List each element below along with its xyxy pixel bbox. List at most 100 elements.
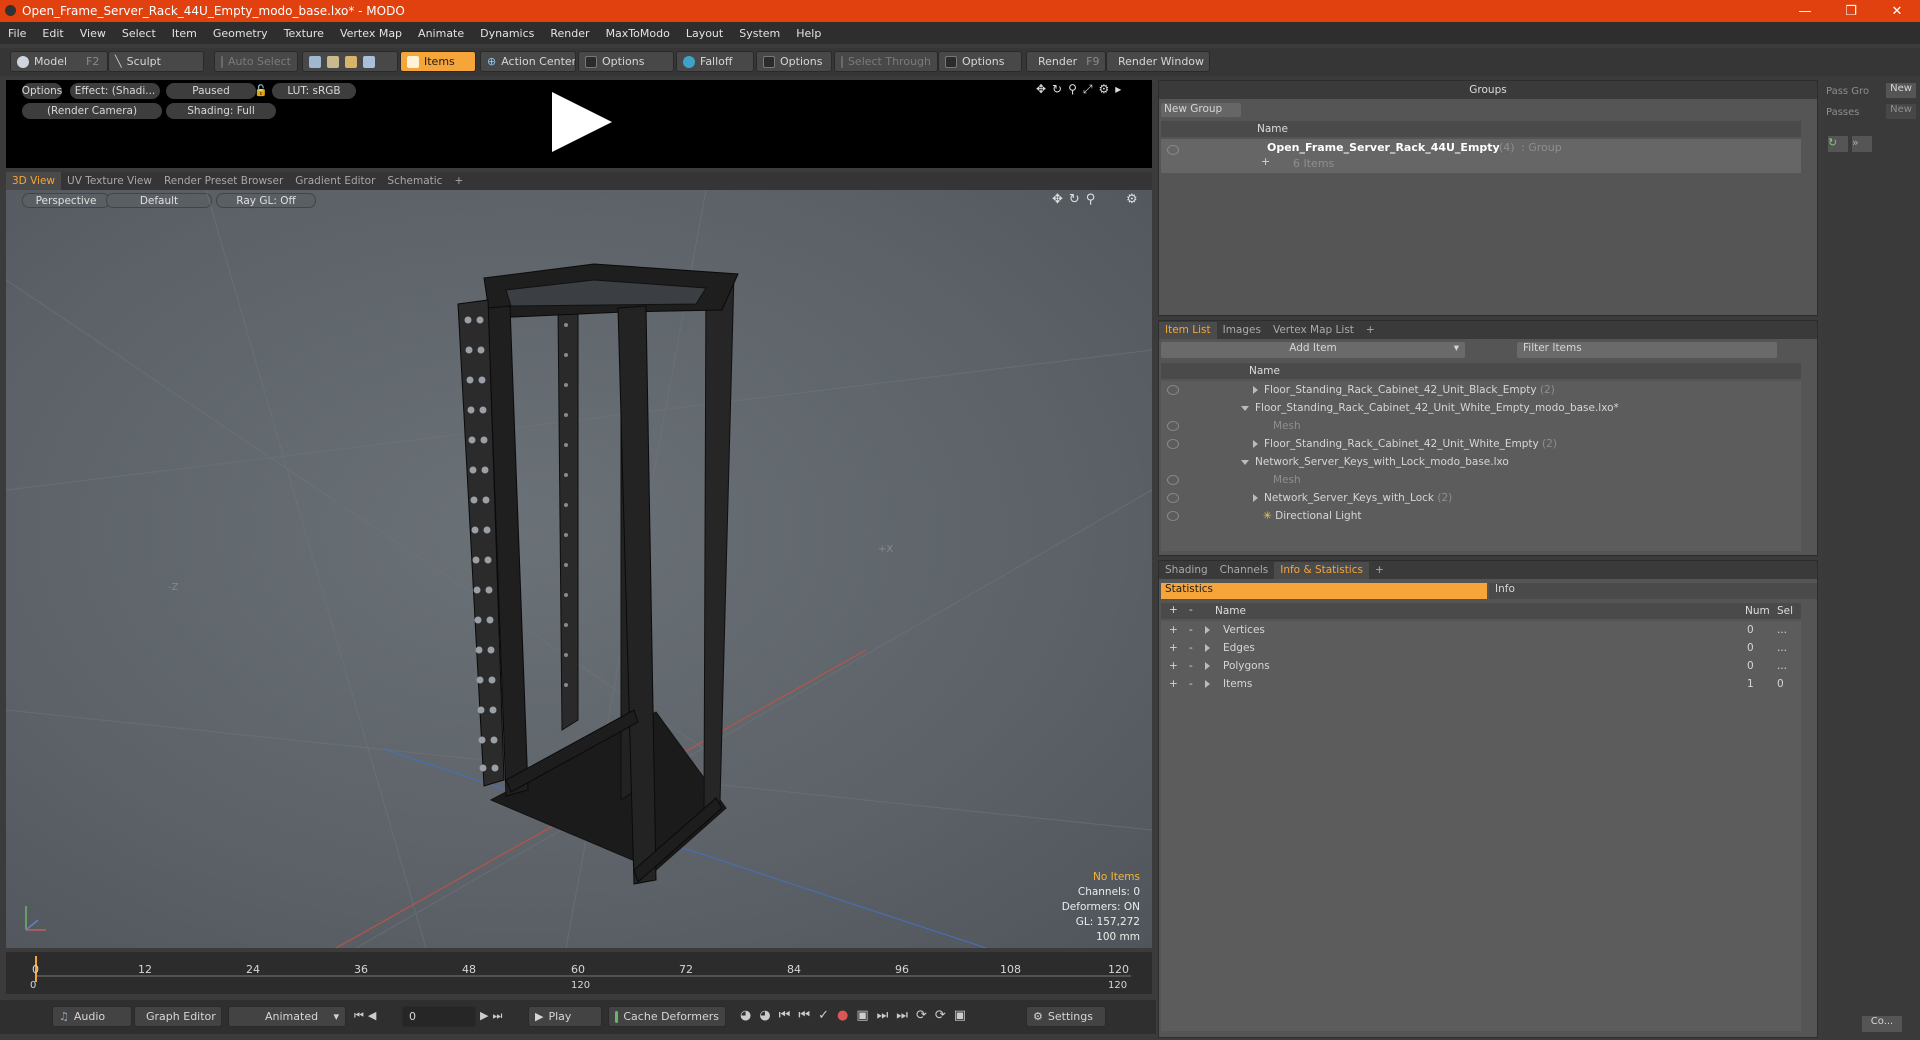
tab-item-list[interactable]: Item List [1159,321,1217,339]
tab-uv-texture-view[interactable]: UV Texture View [61,172,158,190]
render-preview-controls[interactable]: ✥↻⚲⤢⚙▸ [1036,82,1127,97]
play-button[interactable]: ▶ Play [528,1006,602,1027]
menu-render[interactable]: Render [542,27,597,40]
menu-file[interactable]: File [0,27,34,40]
3d-viewport[interactable]: Perspective Default Ray GL: Off ✥↻⚲ ⚙ -Z… [6,190,1152,948]
effect-dropdown[interactable]: Effect: (Shadi... [70,83,160,99]
transport-back-buttons[interactable]: ⏮◀ [354,1009,380,1023]
render-button[interactable]: Render F9 [1026,51,1106,72]
sculpt-mode-button[interactable]: ╲ Sculpt [108,51,204,72]
table-row[interactable]: + - Vertices 0 ... [1161,621,1801,639]
tab-shading[interactable]: Shading [1159,562,1214,579]
forward-icon[interactable]: » [1852,136,1872,152]
menu-vertex-map[interactable]: Vertex Map [332,27,410,40]
falloff-options-button[interactable]: Options [756,51,832,72]
list-item[interactable]: Floor_Standing_Rack_Cabinet_42_Unit_Whit… [1161,435,1557,453]
shading-dropdown[interactable]: Shading: Full [166,103,276,119]
new-pass-group-button[interactable]: New [1886,83,1916,98]
falloff-button[interactable]: Falloff [676,51,754,72]
expand-arrow-icon[interactable] [1205,644,1210,652]
tab-images[interactable]: Images [1217,322,1267,339]
play-icon[interactable] [546,86,618,158]
group-row[interactable]: Open_Frame_Server_Rack_44U_Empty (4) : G… [1161,139,1801,173]
menu-texture[interactable]: Texture [276,27,332,40]
menu-dynamics[interactable]: Dynamics [472,27,542,40]
visibility-eye-icon[interactable] [1167,145,1179,155]
menu-view[interactable]: View [72,27,114,40]
items-mode-button[interactable]: Items [400,51,476,72]
new-group-button[interactable]: New Group [1161,103,1241,117]
vertices-mode-icon[interactable] [309,55,321,68]
settings-button[interactable]: ⚙ Settings [1026,1006,1106,1027]
expand-arrow-icon[interactable] [1253,494,1258,502]
cache-deformers-button[interactable]: Cache Deformers [608,1006,726,1027]
select-through-button[interactable]: Select Through [834,51,938,72]
expand-arrow-icon[interactable] [1205,680,1210,688]
menu-geometry[interactable]: Geometry [205,27,276,40]
visibility-eye-icon[interactable] [1167,439,1179,449]
materials-mode-icon[interactable] [363,55,375,68]
tab-vertex-map-list[interactable]: Vertex Map List [1267,322,1360,339]
paused-button[interactable]: Paused [166,83,256,99]
visibility-eye-icon[interactable] [1167,421,1179,431]
add-tab-button[interactable]: + [448,172,469,190]
info-tab[interactable]: Info [1489,583,1817,599]
menu-layout[interactable]: Layout [678,27,731,40]
tab-info-statistics[interactable]: Info & Statistics [1274,561,1369,579]
expand-arrow-icon[interactable] [1253,386,1258,394]
tab-channels[interactable]: Channels [1214,562,1275,579]
list-item[interactable]: Mesh [1161,471,1301,489]
table-row[interactable]: + - Items 1 0 [1161,675,1801,693]
graph-editor-button[interactable]: Graph Editor [134,1006,222,1027]
transport-forward-buttons[interactable]: ▶⏭ [480,1009,506,1023]
list-item[interactable]: Network_Server_Keys_with_Lock (2) [1161,489,1452,507]
auto-select-button[interactable]: Auto Select [214,51,298,72]
frame-input[interactable]: 0 [402,1006,476,1027]
select-through-options-button[interactable]: Options [938,51,1022,72]
table-row[interactable]: + - Polygons 0 ... [1161,657,1801,675]
new-pass-button[interactable]: New [1886,104,1916,119]
visibility-eye-icon[interactable] [1167,385,1179,395]
menu-item[interactable]: Item [164,27,205,40]
edges-mode-icon[interactable] [327,55,339,68]
statistics-tab[interactable]: Statistics [1161,583,1487,599]
add-properties-tab-button[interactable]: + [1369,562,1390,579]
close-button[interactable]: ✕ [1874,4,1920,19]
tab-render-preset-browser[interactable]: Render Preset Browser [158,172,289,190]
table-row[interactable]: + - Edges 0 ... [1161,639,1801,657]
collapse-arrow-icon[interactable] [1241,405,1249,411]
list-item[interactable]: Floor_Standing_Rack_Cabinet_42_Unit_Whit… [1161,399,1619,417]
tab-schematic[interactable]: Schematic [381,172,448,190]
list-item[interactable]: Floor_Standing_Rack_Cabinet_42_Unit_Blac… [1161,381,1555,399]
expand-arrow-icon[interactable] [1205,626,1210,634]
render-options-button[interactable]: Options [22,83,62,99]
menu-system[interactable]: System [731,27,788,40]
visibility-eye-icon[interactable] [1167,493,1179,503]
action-center-options-button[interactable]: Options [578,51,674,72]
add-item-dropdown[interactable]: Add Item ▾ [1161,342,1465,358]
list-item[interactable]: Mesh [1161,417,1301,435]
audio-button[interactable]: ♫ Audio [52,1006,132,1027]
menu-animate[interactable]: Animate [410,27,472,40]
list-item[interactable]: ✳ Directional Light [1161,507,1361,525]
collapse-arrow-icon[interactable] [1241,459,1249,465]
animated-dropdown[interactable]: Animated ▾ [228,1006,346,1027]
tab-gradient-editor[interactable]: Gradient Editor [289,172,381,190]
add-panel-tab-button[interactable]: + [1360,322,1381,339]
polygons-mode-icon[interactable] [345,55,357,68]
menu-maxtomodo[interactable]: MaxToModo [598,27,678,40]
list-item[interactable]: Network_Server_Keys_with_Lock_modo_base.… [1161,453,1509,471]
timeline[interactable]: 0 12 24 36 48 60 72 84 96 108 120 0 120 … [6,952,1152,994]
action-center-button[interactable]: ⊕ Action Center [480,51,576,72]
lock-icon[interactable]: 🔓 [254,84,268,97]
refresh-icon[interactable]: ↻ [1828,136,1848,152]
maximize-button[interactable]: ❐ [1828,4,1874,19]
menu-select[interactable]: Select [114,27,164,40]
expand-arrow-icon[interactable] [1253,440,1258,448]
render-window-button[interactable]: Render Window [1106,51,1210,72]
key-tools-icons[interactable]: ◕◕⏮⏮✓●▣⏭⏭⟳⟳▣ [740,1008,974,1023]
model-mode-button[interactable]: Model F2 [10,51,108,72]
tab-3d-view[interactable]: 3D View [6,172,62,190]
expand-arrow-icon[interactable] [1205,662,1210,670]
menu-help[interactable]: Help [788,27,829,40]
